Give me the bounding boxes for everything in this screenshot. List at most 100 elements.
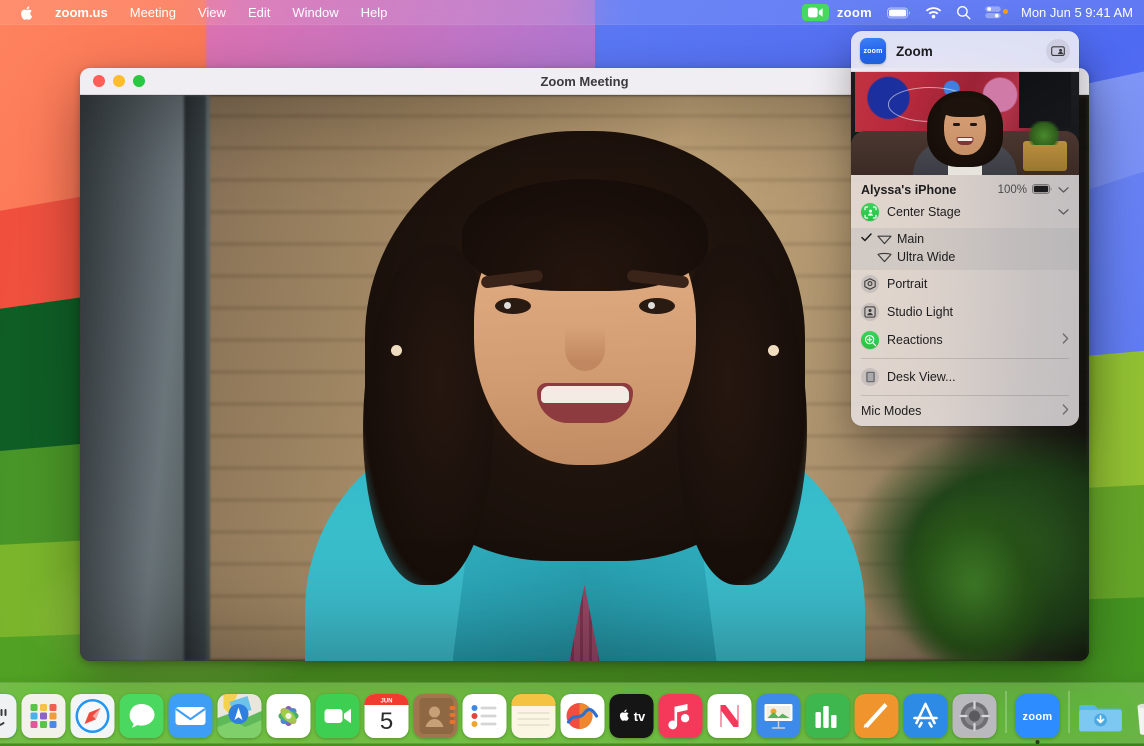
maps-icon <box>218 694 262 738</box>
menu-bar-app-name[interactable]: zoom <box>831 3 880 22</box>
effect-studio-light-label: Studio Light <box>887 305 953 319</box>
search-icon[interactable] <box>949 3 978 22</box>
calendar-month: JUN <box>380 698 392 704</box>
minimize-button[interactable] <box>113 75 125 87</box>
wifi-icon[interactable] <box>918 4 949 21</box>
dock-item-finder[interactable] <box>0 694 17 738</box>
menu-item-zoom-us[interactable]: zoom.us <box>44 4 119 21</box>
calendar-day: 5 <box>380 708 393 735</box>
lens-submenu: Main Ultra Wide <box>851 228 1079 270</box>
dock-item-numbers[interactable] <box>806 694 850 738</box>
dock-item-appstore[interactable] <box>904 694 948 738</box>
running-indicator <box>1036 740 1040 744</box>
dock-item-messages[interactable] <box>120 694 164 738</box>
dock-item-downloads[interactable] <box>1079 694 1123 738</box>
apple-menu-icon[interactable] <box>9 5 44 21</box>
freeform-icon <box>561 694 605 738</box>
menu-bar: zoom.us Meeting View Edit Window Help zo… <box>0 0 1144 25</box>
numbers-icon <box>806 694 850 738</box>
dock-item-trash[interactable] <box>1128 694 1144 738</box>
camera-device-row[interactable]: Alyssa's iPhone 100% <box>851 175 1079 199</box>
calendar-icon: JUN 5 <box>365 694 409 738</box>
menu-bar-left: zoom.us Meeting View Edit Window Help <box>0 4 398 21</box>
dock-item-photos[interactable] <box>267 694 311 738</box>
zoom-app-icon: zoom <box>1016 694 1060 738</box>
lens-ultrawide-icon <box>877 252 897 263</box>
desk-view-label: Desk View... <box>887 370 956 384</box>
center-stage-row[interactable]: Center Stage <box>851 199 1079 228</box>
dock-item-keynote[interactable] <box>757 694 801 738</box>
dock-item-system-settings[interactable] <box>953 694 997 738</box>
chevron-down-icon[interactable] <box>1058 205 1069 219</box>
maximize-button[interactable] <box>133 75 145 87</box>
effect-portrait-label: Portrait <box>887 277 927 291</box>
reactions-icon <box>861 331 879 349</box>
dock-item-tv[interactable]: tv <box>610 694 654 738</box>
menu-bar-clock[interactable]: Mon Jun 5 9:41 AM <box>1015 3 1133 22</box>
close-button[interactable] <box>93 75 105 87</box>
svg-text:zoom: zoom <box>1023 711 1053 723</box>
desk-view-row[interactable]: Desk View... <box>851 363 1079 391</box>
effect-reactions-row[interactable]: Reactions <box>851 326 1079 354</box>
dock-item-pages[interactable] <box>855 694 899 738</box>
dock-item-launchpad[interactable] <box>22 694 66 738</box>
mail-icon <box>169 694 213 738</box>
lens-main-label: Main <box>897 232 924 246</box>
desk-view-icon <box>861 368 879 386</box>
effect-portrait-row[interactable]: Portrait <box>851 270 1079 298</box>
facetime-icon <box>316 694 360 738</box>
effect-studio-light-row[interactable]: Studio Light <box>851 298 1079 326</box>
dock-item-notes[interactable] <box>512 694 556 738</box>
dock-item-reminders[interactable] <box>463 694 507 738</box>
keynote-icon <box>757 694 801 738</box>
safari-icon <box>71 694 115 738</box>
chevron-right-icon[interactable] <box>1062 333 1069 347</box>
battery-icon[interactable] <box>880 5 918 21</box>
video-effects-menu[interactable]: zoom Zoom Aly <box>851 31 1079 426</box>
news-icon <box>708 694 752 738</box>
studio-light-icon <box>861 303 879 321</box>
dock[interactable]: JUN 5 <box>0 683 1144 743</box>
center-stage-icon <box>861 203 879 221</box>
chevron-down-icon[interactable] <box>1058 183 1069 197</box>
menu-item-meeting[interactable]: Meeting <box>119 4 187 21</box>
music-icon <box>659 694 703 738</box>
effect-reactions-label: Reactions <box>887 333 943 347</box>
checkmark-icon <box>861 233 877 245</box>
contacts-icon <box>414 694 458 738</box>
battery-icon <box>1032 183 1053 197</box>
reminders-icon <box>463 694 507 738</box>
lens-option-ultrawide[interactable]: Ultra Wide <box>851 248 1079 266</box>
dock-separator-1 <box>1006 691 1007 733</box>
notes-icon <box>512 694 556 738</box>
dock-item-zoom[interactable]: zoom <box>1016 694 1060 738</box>
dock-item-safari[interactable] <box>71 694 115 738</box>
menu-item-view[interactable]: View <box>187 4 237 21</box>
dock-item-calendar[interactable]: JUN 5 <box>365 694 409 738</box>
dock-item-mail[interactable] <box>169 694 213 738</box>
center-stage-label: Center Stage <box>887 205 961 219</box>
mic-modes-label: Mic Modes <box>861 404 921 418</box>
camera-in-use-indicator[interactable] <box>802 4 829 21</box>
messages-icon <box>120 694 164 738</box>
dock-item-maps[interactable] <box>218 694 262 738</box>
menu-item-window[interactable]: Window <box>281 4 349 21</box>
chevron-right-icon[interactable] <box>1062 404 1069 418</box>
lens-option-main[interactable]: Main <box>851 230 1079 248</box>
menu-item-help[interactable]: Help <box>350 4 399 21</box>
control-center-icon[interactable] <box>978 4 1015 21</box>
menu-bar-status-area: zoom <box>802 3 1144 22</box>
share-screen-icon[interactable] <box>1046 39 1070 63</box>
mic-modes-row[interactable]: Mic Modes <box>851 399 1079 426</box>
dock-item-music[interactable] <box>659 694 703 738</box>
menu-item-edit[interactable]: Edit <box>237 4 281 21</box>
lens-ultrawide-label: Ultra Wide <box>897 250 955 264</box>
dock-item-facetime[interactable] <box>316 694 360 738</box>
camera-device-name: Alyssa's iPhone <box>861 183 956 197</box>
camera-preview[interactable] <box>851 72 1079 175</box>
dock-item-freeform[interactable] <box>561 694 605 738</box>
window-traffic-lights <box>80 75 145 87</box>
dock-item-news[interactable] <box>708 694 752 738</box>
dock-item-contacts[interactable] <box>414 694 458 738</box>
appletv-icon: tv <box>610 694 654 738</box>
